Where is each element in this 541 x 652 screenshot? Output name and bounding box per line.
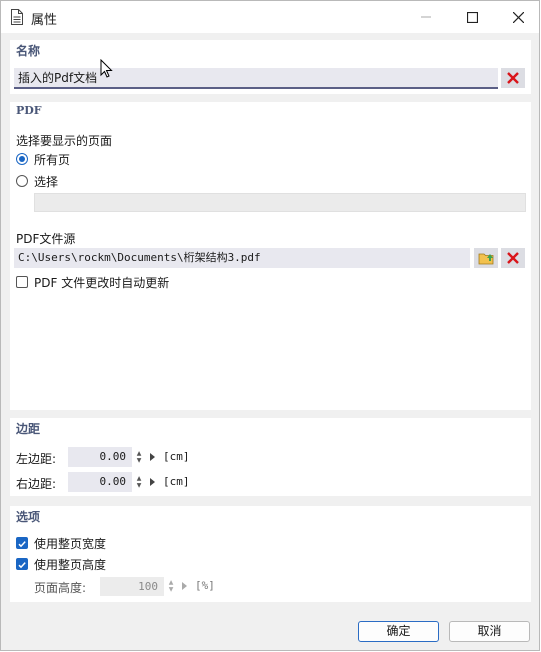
name-section-header: 名称 bbox=[16, 44, 41, 58]
options-section-header: 选项 bbox=[16, 510, 41, 524]
name-input[interactable]: 插入的Pdf文档 bbox=[14, 68, 498, 89]
pdf-panel: PDF 选择要显示的页面 所有页 选择 PDF文件源 C:\Users\rock… bbox=[10, 102, 531, 410]
close-icon bbox=[512, 11, 524, 23]
pages-input[interactable] bbox=[34, 193, 526, 212]
left-margin-label: 左边距: bbox=[16, 452, 57, 466]
close-button[interactable] bbox=[495, 1, 541, 33]
folder-open-icon bbox=[478, 253, 494, 265]
checkmark-icon bbox=[18, 541, 26, 548]
radio-select-pages[interactable] bbox=[16, 175, 28, 187]
page-height-label: 页面高度: bbox=[34, 581, 87, 595]
left-margin-input[interactable]: 0.00 bbox=[68, 447, 132, 467]
delete-x-icon bbox=[507, 72, 519, 84]
right-margin-unit: [cm] bbox=[163, 475, 190, 488]
auto-update-checkbox[interactable] bbox=[16, 276, 28, 288]
spin-up-icon: ▲ bbox=[136, 475, 142, 482]
cancel-button[interactable]: 取消 bbox=[449, 621, 530, 642]
full-height-checkbox[interactable] bbox=[16, 558, 28, 570]
left-margin-spinner[interactable]: ▲ ▼ bbox=[134, 449, 144, 465]
properties-dialog: 属性 名称 插入的Pdf文档 PDF 选择要显示的页面 所有页 选择 PDF文件… bbox=[0, 0, 540, 651]
minimize-button[interactable] bbox=[403, 1, 449, 33]
margins-panel: 边距 左边距: 0.00 ▲ ▼ [cm] 右边距: 0.00 ▲ ▼ [cm] bbox=[10, 418, 531, 496]
maximize-button[interactable] bbox=[449, 1, 495, 33]
mouse-cursor-icon bbox=[100, 59, 113, 78]
auto-update-label: PDF 文件更改时自动更新 bbox=[34, 276, 170, 290]
name-panel: 名称 插入的Pdf文档 bbox=[10, 40, 531, 94]
pdf-path-input[interactable]: C:\Users\rockm\Documents\桁架结构3.pdf bbox=[14, 248, 470, 268]
minimize-icon bbox=[421, 16, 431, 18]
clear-path-button[interactable] bbox=[501, 248, 525, 268]
margins-section-header: 边距 bbox=[16, 422, 41, 436]
spin-down-icon: ▼ bbox=[136, 482, 142, 489]
full-width-checkbox[interactable] bbox=[16, 537, 28, 549]
spin-down-icon: ▼ bbox=[136, 457, 142, 464]
right-margin-spinner[interactable]: ▲ ▼ bbox=[134, 474, 144, 490]
spin-up-icon: ▲ bbox=[168, 579, 174, 586]
checkmark-icon bbox=[18, 562, 26, 569]
pdf-source-label: PDF文件源 bbox=[16, 232, 76, 246]
spin-up-icon: ▲ bbox=[136, 450, 142, 457]
browse-file-button[interactable] bbox=[474, 248, 498, 268]
page-height-input[interactable]: 100 bbox=[100, 577, 164, 596]
maximize-icon bbox=[466, 11, 478, 23]
pdf-section-header: PDF bbox=[16, 104, 42, 117]
left-margin-expand-icon[interactable] bbox=[150, 453, 155, 461]
right-margin-input[interactable]: 0.00 bbox=[68, 472, 132, 492]
page-select-label: 选择要显示的页面 bbox=[16, 134, 113, 148]
window-title: 属性 bbox=[31, 13, 58, 28]
left-margin-unit: [cm] bbox=[163, 450, 190, 463]
right-margin-label: 右边距: bbox=[16, 477, 57, 491]
radio-all-pages-label: 所有页 bbox=[34, 153, 71, 167]
document-icon bbox=[10, 9, 24, 28]
options-panel: 选项 使用整页宽度 使用整页高度 页面高度: 100 ▲ ▼ [%] bbox=[10, 506, 531, 602]
radio-all-pages[interactable] bbox=[16, 153, 28, 165]
clear-name-button[interactable] bbox=[501, 68, 525, 88]
ok-button[interactable]: 确定 bbox=[358, 621, 439, 642]
right-margin-expand-icon[interactable] bbox=[150, 478, 155, 486]
radio-select-pages-label: 选择 bbox=[34, 175, 59, 189]
page-height-unit: [%] bbox=[195, 579, 215, 592]
full-height-label: 使用整页高度 bbox=[34, 558, 107, 572]
page-height-spinner[interactable]: ▲ ▼ bbox=[166, 578, 176, 594]
page-height-expand-icon[interactable] bbox=[182, 582, 187, 590]
title-bar: 属性 bbox=[1, 1, 539, 33]
delete-x-icon bbox=[507, 252, 519, 264]
spin-down-icon: ▼ bbox=[168, 586, 174, 593]
full-width-label: 使用整页宽度 bbox=[34, 537, 107, 551]
